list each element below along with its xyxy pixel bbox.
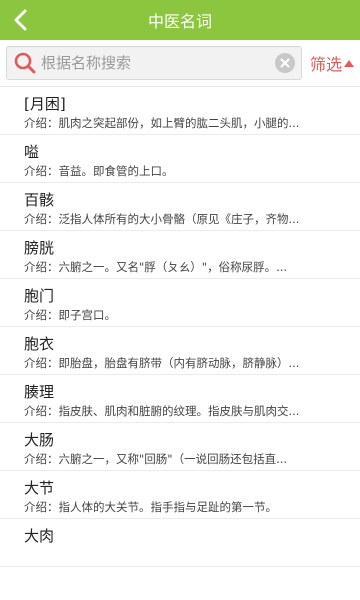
item-term: 大肠	[24, 431, 55, 449]
list-item[interactable]: 膀胱 介绍：六腑之一。又名"脬（ㄆㄠ）"，俗称尿脬。...	[0, 231, 360, 279]
list-item[interactable]: 腠理 介绍：指皮肤、肌肉和脏腑的纹理。指皮肤与肌肉交...	[0, 375, 360, 423]
item-term: 嗌	[24, 143, 40, 161]
item-term: 腠理	[24, 383, 55, 401]
item-desc: 介绍：音益。即食管的上口。	[24, 164, 174, 178]
filter-button[interactable]: 筛选	[310, 51, 354, 75]
page-title: 中医名词	[147, 12, 212, 31]
list-item[interactable]: 大节 介绍：指人体的大关节。指手指与足趾的第一节。	[0, 471, 360, 519]
item-desc: 介绍：肌肉之突起部份，如上臂的肱二头肌，小腿的...	[24, 116, 300, 130]
item-desc: 介绍：六腑之一。又名"脬（ㄆㄠ）"，俗称尿脬。...	[24, 260, 288, 274]
list-item[interactable]: 胞门 介绍：即子宫口。	[0, 279, 360, 327]
list-item[interactable]: 胞衣 介绍：即胎盘，胎盘有脐带（内有脐动脉，脐静脉）...	[0, 327, 360, 375]
caret-up-icon	[344, 59, 354, 67]
search-row: 筛选	[0, 40, 360, 87]
item-term: [月困]	[24, 95, 66, 113]
item-desc: 介绍：泛指人体所有的大小骨骼（原见《庄子，齐物...	[24, 212, 300, 226]
list-item[interactable]: 嗌 介绍：音益。即食管的上口。	[0, 135, 360, 183]
list-item[interactable]: 百骸 介绍：泛指人体所有的大小骨骼（原见《庄子，齐物...	[0, 183, 360, 231]
item-term: 大节	[24, 479, 55, 497]
title-bar: 中医名词	[0, 0, 360, 40]
item-term: 膀胱	[24, 239, 55, 257]
item-desc: 介绍：六腑之一，又称"回肠"（一说回肠还包括直...	[24, 452, 288, 466]
term-list: [月困] 介绍：肌肉之突起部份，如上臂的肱二头肌，小腿的... 嗌 介绍：音益。…	[0, 87, 360, 567]
back-arrow-icon	[14, 9, 27, 31]
item-term: 胞门	[24, 287, 55, 305]
search-box[interactable]	[6, 46, 302, 80]
item-term: 百骸	[24, 191, 55, 209]
clear-button[interactable]	[274, 53, 295, 73]
item-desc: 介绍：即子宫口。	[24, 308, 116, 322]
item-term: 大肉	[24, 527, 55, 545]
back-button[interactable]	[8, 6, 32, 34]
search-icon	[14, 52, 36, 74]
filter-label: 筛选	[309, 55, 342, 74]
search-input[interactable]	[37, 53, 275, 73]
item-term: 胞衣	[24, 335, 55, 353]
list-item[interactable]: 大肉	[0, 519, 360, 567]
item-desc: 介绍：即胎盘，胎盘有脐带（内有脐动脉，脐静脉）...	[24, 356, 300, 370]
item-desc: 介绍：指人体的大关节。指手指与足趾的第一节。	[24, 500, 277, 514]
item-desc: 介绍：指皮肤、肌肉和脏腑的纹理。指皮肤与肌肉交...	[24, 404, 300, 418]
list-item[interactable]: 大肠 介绍：六腑之一，又称"回肠"（一说回肠还包括直...	[0, 423, 360, 471]
list-item[interactable]: [月困] 介绍：肌肉之突起部份，如上臂的肱二头肌，小腿的...	[0, 87, 360, 135]
close-icon	[280, 58, 290, 68]
